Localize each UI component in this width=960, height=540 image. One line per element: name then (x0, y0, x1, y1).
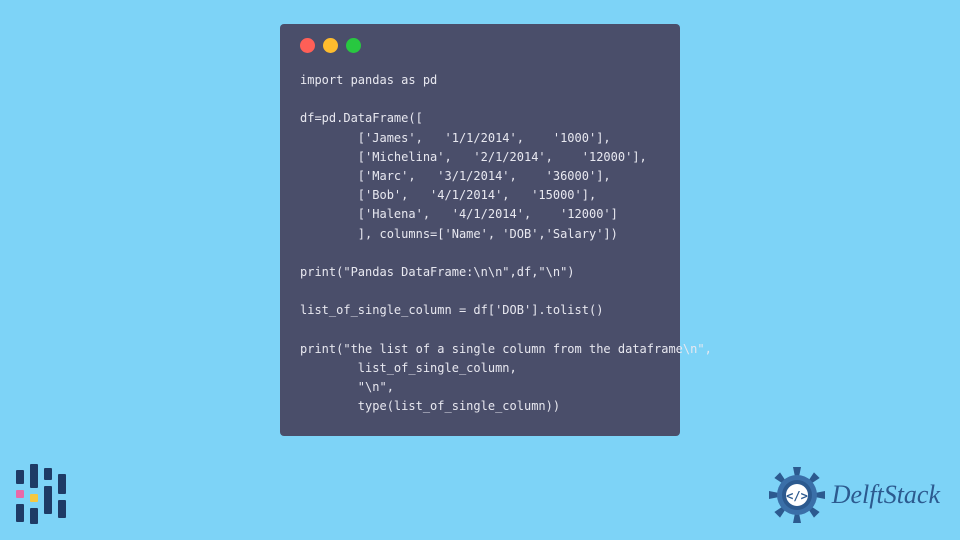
close-icon[interactable] (300, 38, 315, 53)
window-controls (300, 38, 660, 53)
svg-text:</>: </> (786, 489, 808, 503)
left-logo-icon (16, 464, 66, 524)
code-block: import pandas as pd df=pd.DataFrame([ ['… (300, 71, 660, 416)
maximize-icon[interactable] (346, 38, 361, 53)
gear-icon: </> (768, 466, 826, 524)
code-window: import pandas as pd df=pd.DataFrame([ ['… (280, 24, 680, 436)
brand-name: DelftStack (832, 480, 940, 510)
brand-logo: </> DelftStack (768, 466, 940, 524)
minimize-icon[interactable] (323, 38, 338, 53)
